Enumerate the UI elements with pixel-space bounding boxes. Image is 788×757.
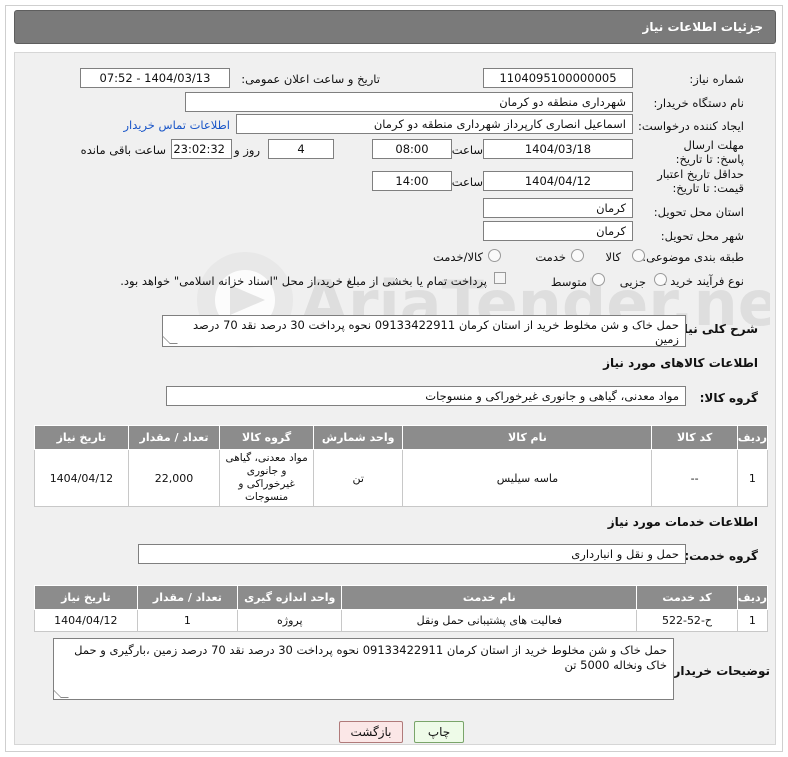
treasury-payment-note: پرداخت تمام یا بخشی از مبلغ خرید،از محل … bbox=[120, 274, 487, 288]
goods-table: ردیف کد کالا نام کالا واحد شمارش گروه کا… bbox=[34, 425, 769, 507]
services-cell-code: ح-52-522 bbox=[636, 609, 738, 632]
goods-col-name: نام کالا bbox=[402, 425, 653, 450]
goods-col-row: ردیف bbox=[736, 425, 769, 450]
services-cell-name: فعالیت های پشتیبانی حمل ونقل bbox=[341, 609, 638, 632]
need-number-label: شماره نیاز: bbox=[689, 72, 744, 86]
goods-col-group: گروه کالا bbox=[219, 425, 314, 450]
city-field: کرمان bbox=[483, 221, 633, 241]
goods-cell-row: 1 bbox=[736, 449, 769, 507]
requester-label: ایجاد کننده درخواست: bbox=[638, 119, 744, 133]
services-cell-qty: 1 bbox=[136, 609, 239, 632]
category-radio-goods[interactable] bbox=[632, 249, 645, 262]
category-option-service: خدمت bbox=[535, 250, 566, 264]
process-radio-medium[interactable] bbox=[592, 273, 605, 286]
back-button[interactable]: بازگشت bbox=[339, 721, 403, 743]
category-radio-service[interactable] bbox=[571, 249, 584, 262]
services-col-code: کد خدمت bbox=[636, 585, 738, 610]
services-cell-row: 1 bbox=[736, 609, 769, 632]
deadline-time-label: ساعت bbox=[451, 143, 483, 157]
goods-col-code: کد کالا bbox=[651, 425, 738, 450]
deadline-time-field: 08:00 bbox=[372, 139, 452, 159]
category-label: طبقه بندی موضوعی: bbox=[642, 250, 744, 264]
goods-cell-unit: تن bbox=[312, 449, 404, 507]
deadline-date-field: 1404/03/18 bbox=[483, 139, 633, 159]
buyer-org-field: شهرداری منطقه دو کرمان bbox=[185, 92, 633, 112]
goods-section-title: اطلاعات کالاهای مورد نیاز bbox=[603, 356, 758, 370]
need-number-field: 1104095100000005 bbox=[483, 68, 633, 88]
print-button[interactable]: چاپ bbox=[414, 721, 464, 743]
services-col-unit: واحد اندازه گیری bbox=[237, 585, 343, 610]
deadline-label: مهلت ارسال پاسخ: تا تاریخ: bbox=[675, 138, 744, 166]
goods-cell-code: -- bbox=[651, 449, 738, 507]
category-option-goods-service: کالا/خدمت bbox=[432, 250, 483, 264]
process-radio-minor[interactable] bbox=[654, 273, 667, 286]
contact-info-link[interactable]: اطلاعات تماس خریدار bbox=[123, 118, 230, 132]
province-label: استان محل تحویل: bbox=[653, 205, 744, 219]
remaining-time-label: ساعت باقی مانده bbox=[80, 143, 166, 157]
goods-col-qty: تعداد / مقدار bbox=[127, 425, 221, 450]
city-label: شهر محل تحویل: bbox=[660, 229, 744, 243]
title-bar: جزئیات اطلاعات نیاز bbox=[14, 10, 776, 44]
goods-col-unit: واحد شمارش bbox=[312, 425, 404, 450]
services-group-label: گروه خدمت: bbox=[684, 549, 758, 563]
min-price-label: حداقل تاریخ اعتبار قیمت: تا تاریخ: bbox=[657, 167, 744, 195]
goods-col-date: تاریخ نیاز bbox=[34, 425, 129, 450]
buyer-notes-field: حمل خاک و شن مخلوط خرید از استان کرمان 0… bbox=[53, 638, 674, 700]
services-col-row: ردیف bbox=[736, 585, 769, 610]
announce-label: تاریخ و ساعت اعلان عمومی: bbox=[241, 72, 380, 86]
days-field: 4 bbox=[268, 139, 334, 159]
process-option-medium: متوسط bbox=[550, 275, 587, 289]
page-title: جزئیات اطلاعات نیاز bbox=[642, 20, 763, 34]
process-option-minor: جزیی bbox=[619, 275, 646, 289]
treasury-payment-checkbox[interactable] bbox=[494, 272, 506, 284]
table-row: 1 ح-52-522 فعالیت های پشتیبانی حمل ونقل … bbox=[34, 609, 769, 632]
services-section-title: اطلاعات خدمات مورد نیاز bbox=[607, 515, 758, 529]
min-price-time-label: ساعت bbox=[451, 175, 483, 189]
table-row: 1 -- ماسه سیلیس تن مواد معدنی، گیاهی و ج… bbox=[34, 449, 769, 507]
category-radio-goods-service[interactable] bbox=[488, 249, 501, 262]
goods-group-field: مواد معدنی، گیاهی و جانوری غیرخوراکی و م… bbox=[166, 386, 686, 406]
province-field: کرمان bbox=[483, 198, 633, 218]
services-table-header: ردیف کد خدمت نام خدمت واحد اندازه گیری ت… bbox=[34, 585, 769, 610]
min-price-time-field: 14:00 bbox=[372, 171, 452, 191]
days-label: روز و bbox=[234, 143, 260, 157]
goods-group-label: گروه کالا: bbox=[699, 391, 758, 405]
buyer-notes-label: توضیحات خریدار: bbox=[668, 664, 770, 678]
services-table: ردیف کد خدمت نام خدمت واحد اندازه گیری ت… bbox=[34, 585, 769, 632]
services-cell-date: 1404/04/12 bbox=[34, 609, 138, 632]
buyer-org-label: نام دستگاه خریدار: bbox=[653, 96, 744, 110]
services-col-name: نام خدمت bbox=[341, 585, 638, 610]
requester-field: اسماعیل انصاری کارپرداز شهرداری منطقه دو… bbox=[236, 114, 633, 134]
remaining-time-field: 23:02:32 bbox=[171, 139, 232, 159]
description-field: حمل خاک و شن مخلوط خرید از استان کرمان 0… bbox=[162, 315, 686, 347]
min-price-date-field: 1404/04/12 bbox=[483, 171, 633, 191]
category-option-goods: کالا bbox=[605, 250, 621, 264]
announce-field: 1404/03/13 - 07:52 bbox=[80, 68, 230, 88]
services-col-qty: تعداد / مقدار bbox=[136, 585, 239, 610]
goods-table-header: ردیف کد کالا نام کالا واحد شمارش گروه کا… bbox=[34, 425, 769, 450]
services-group-field: حمل و نقل و انبارداری bbox=[138, 544, 686, 564]
goods-cell-date: 1404/04/12 bbox=[34, 449, 129, 507]
goods-cell-group: مواد معدنی، گیاهی و جانوری غیرخوراکی و م… bbox=[219, 449, 314, 507]
services-col-date: تاریخ نیاز bbox=[34, 585, 138, 610]
services-cell-unit: پروژه bbox=[237, 609, 343, 632]
goods-cell-qty: 22,000 bbox=[127, 449, 221, 507]
goods-cell-name: ماسه سیلیس bbox=[402, 449, 653, 507]
process-label: نوع فرآیند خرید : bbox=[662, 274, 744, 288]
